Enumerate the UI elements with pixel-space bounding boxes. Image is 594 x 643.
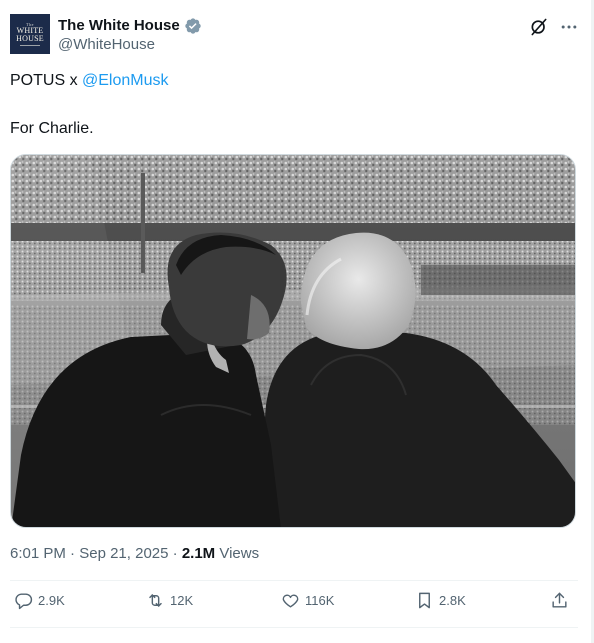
tweet-line-2: For Charlie. — [10, 120, 94, 137]
divider-bottom — [10, 627, 578, 628]
author-display-name-text: The White House — [58, 17, 180, 34]
action-bar: 2.9K 12K 116K 2.8K — [14, 591, 574, 617]
mention-link[interactable]: @ElonMusk — [82, 72, 169, 89]
more-icon — [561, 25, 577, 29]
more-button[interactable] — [558, 16, 580, 38]
reply-button[interactable]: 2.9K — [14, 591, 65, 610]
avatar-rule — [20, 44, 40, 46]
reply-icon — [15, 593, 33, 610]
tweet-text: POTUS x @ElonMusk For Charlie. — [10, 70, 169, 140]
author-handle[interactable]: @WhiteHouse — [58, 35, 202, 55]
bookmark-button[interactable]: 2.8K — [415, 591, 466, 610]
divider-top — [10, 580, 578, 581]
bookmark-icon — [419, 592, 430, 609]
reply-count: 2.9K — [38, 593, 65, 608]
header-actions — [528, 16, 580, 38]
meta-separator-2: · — [168, 545, 182, 562]
avatar-text-house: HOUSE — [16, 33, 44, 43]
tweet-line-1-prefix: POTUS x — [10, 72, 83, 89]
share-icon — [552, 592, 567, 608]
like-icon — [282, 594, 299, 608]
tweet-date[interactable]: Sep 21, 2025 — [79, 545, 168, 562]
author-names: The White House @WhiteHouse — [58, 16, 202, 55]
bookmark-count: 2.8K — [439, 593, 466, 608]
photo-image — [11, 155, 575, 527]
views-label: Views — [215, 545, 260, 562]
verified-badge-icon — [184, 17, 201, 34]
repost-icon — [149, 594, 162, 607]
tweet-photo[interactable] — [10, 154, 576, 528]
avatar-text-the: The — [26, 21, 34, 27]
tweet-meta: 6:01 PM · Sep 21, 2025 · 2.1M Views — [10, 544, 259, 564]
like-button[interactable]: 116K — [281, 591, 334, 610]
avatar[interactable]: The WHITE HOUSE — [10, 14, 50, 54]
tweet-line-1: POTUS x @ElonMusk — [10, 70, 169, 92]
grok-icon — [531, 18, 547, 36]
views-count: 2.1M — [181, 545, 216, 562]
tweet-time[interactable]: 6:01 PM — [10, 545, 66, 562]
author-display-name[interactable]: The White House — [58, 16, 202, 35]
tweet-header: The WHITE HOUSE The White House @WhiteHo… — [10, 14, 580, 58]
repost-count: 12K — [170, 593, 194, 608]
share-button[interactable] — [550, 591, 569, 610]
grok-button[interactable] — [528, 16, 550, 38]
like-count: 116K — [305, 593, 335, 608]
repost-button[interactable]: 12K — [146, 591, 193, 610]
meta-separator: · — [65, 545, 80, 562]
